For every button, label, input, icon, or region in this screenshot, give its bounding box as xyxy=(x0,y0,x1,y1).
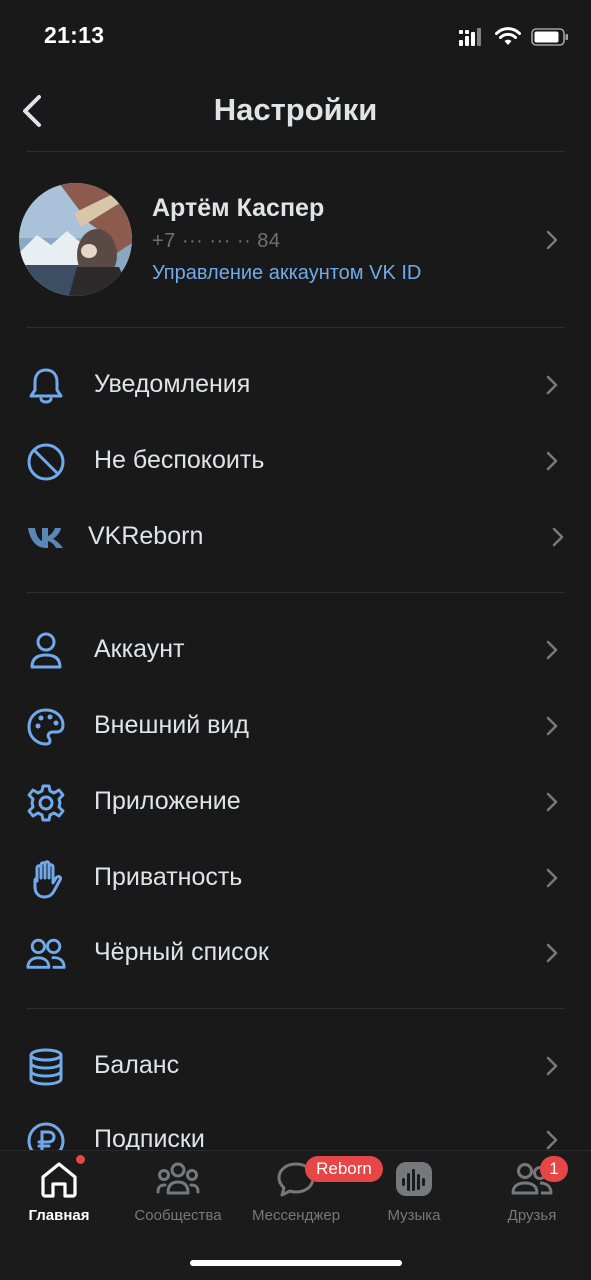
menu-item-label: Внешний вид xyxy=(94,711,249,739)
menu-item-do-not-disturb[interactable]: Не беспокоить xyxy=(0,424,591,498)
chevron-right-icon xyxy=(546,451,558,471)
menu-item-balance[interactable]: Баланс xyxy=(0,1029,591,1103)
friends-icon xyxy=(473,1159,591,1199)
vk-id-link[interactable]: Управление аккаунтом VK ID xyxy=(152,262,421,285)
menu-item-label: Приложение xyxy=(94,787,241,815)
menu-item-label: Чёрный список xyxy=(94,938,269,966)
bell-icon xyxy=(26,366,66,406)
chevron-right-icon xyxy=(546,230,558,250)
chevron-right-icon xyxy=(546,375,558,395)
status-time: 21:13 xyxy=(44,22,105,48)
status-bar: 21:13 xyxy=(0,0,591,70)
divider xyxy=(26,592,565,593)
chevron-right-icon xyxy=(546,640,558,660)
chevron-right-icon xyxy=(546,716,558,736)
chevron-right-icon xyxy=(546,1130,558,1150)
menu-item-app[interactable]: Приложение xyxy=(0,765,591,839)
tab-messenger[interactable]: Reborn Мессенджер xyxy=(237,1151,383,1241)
page-title: Настройки xyxy=(213,92,378,127)
divider xyxy=(26,1008,565,1009)
menu-item-label: Приватность xyxy=(94,863,243,891)
divider xyxy=(26,151,565,152)
chevron-right-icon xyxy=(546,1056,558,1076)
wifi-icon xyxy=(495,27,521,45)
profile-phone: +7 ··· ··· ·· 84 xyxy=(152,230,281,252)
menu-item-account[interactable]: Аккаунт xyxy=(0,613,591,687)
music-icon xyxy=(355,1159,473,1199)
coins-icon xyxy=(26,1047,66,1087)
tab-communities[interactable]: Сообщества xyxy=(119,1151,237,1241)
menu-item-appearance[interactable]: Внешний вид xyxy=(0,689,591,763)
tab-friends[interactable]: 1 Друзья xyxy=(473,1151,591,1241)
tab-label: Друзья xyxy=(507,1207,557,1224)
menu-item-vkreborn[interactable]: VKReborn xyxy=(0,500,591,574)
nav-header: Настройки xyxy=(0,70,591,152)
notification-dot xyxy=(76,1155,85,1164)
do-not-disturb-icon xyxy=(26,442,66,482)
profile-card[interactable]: Артём Каспер +7 ··· ··· ·· 84 Управление… xyxy=(0,170,591,310)
menu-item-blacklist[interactable]: Чёрный список xyxy=(0,916,591,990)
menu-item-label: Не беспокоить xyxy=(94,446,265,474)
chevron-right-icon xyxy=(546,943,558,963)
cellular-signal-icon xyxy=(459,28,481,46)
person-icon xyxy=(26,631,66,671)
avatar-photo xyxy=(19,183,132,296)
gear-icon xyxy=(26,783,66,823)
palette-icon xyxy=(26,707,66,747)
menu-item-privacy[interactable]: Приватность xyxy=(0,841,591,915)
users-icon xyxy=(26,934,66,974)
menu-item-label: VKReborn xyxy=(88,522,204,550)
home-indicator[interactable] xyxy=(190,1260,402,1266)
divider xyxy=(26,327,565,328)
tab-music[interactable]: Музыка xyxy=(355,1151,473,1241)
tab-home[interactable]: Главная xyxy=(0,1151,118,1241)
menu-item-label: Баланс xyxy=(94,1051,180,1079)
home-icon xyxy=(0,1159,118,1199)
profile-name: Артём Каспер xyxy=(152,194,325,222)
menu-item-notifications[interactable]: Уведомления xyxy=(0,348,591,422)
chevron-right-icon xyxy=(552,527,564,547)
vk-logo-icon xyxy=(26,518,66,558)
community-icon xyxy=(119,1159,237,1199)
chevron-right-icon xyxy=(546,868,558,888)
menu-item-label: Аккаунт xyxy=(94,635,185,663)
chevron-right-icon xyxy=(546,792,558,812)
status-icons xyxy=(459,24,569,50)
friends-count-badge: 1 xyxy=(540,1156,568,1182)
hand-icon xyxy=(26,859,66,899)
menu-item-label: Уведомления xyxy=(94,370,251,398)
avatar[interactable] xyxy=(19,183,132,296)
battery-icon xyxy=(531,28,568,46)
